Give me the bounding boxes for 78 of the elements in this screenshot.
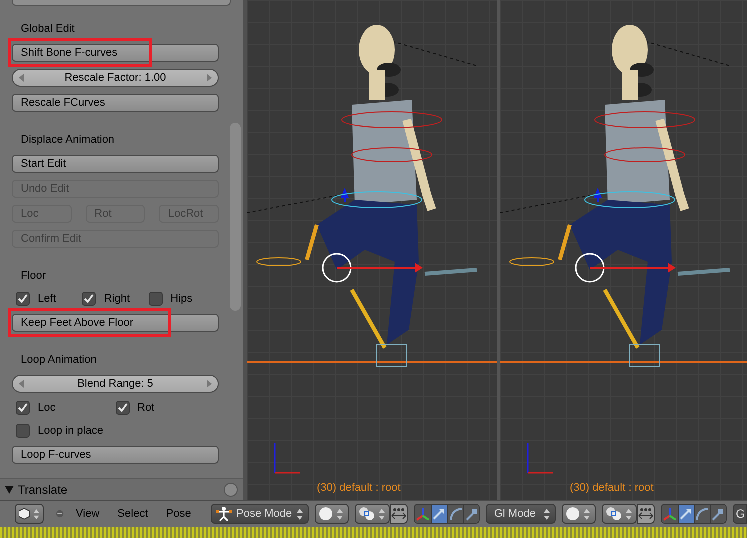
panel-button[interactable]: Shift Bone F-curves (12, 44, 219, 62)
axes-icon (662, 507, 677, 521)
manipulator-button[interactable] (678, 505, 694, 523)
up-down-arrows-icon (583, 508, 592, 520)
manipulator-button[interactable] (430, 505, 447, 523)
panel-button[interactable]: Rescale FCurves (12, 94, 219, 112)
arrow-icon (432, 507, 446, 521)
checkbox-label: Right (104, 292, 130, 307)
mode-dropdown[interactable]: Pose Mode (211, 504, 310, 524)
pivot-circles-icon (606, 507, 622, 521)
shading-dropdown[interactable] (562, 504, 596, 524)
checkbox-label: Loc (38, 401, 56, 416)
manipulator-toggle[interactable] (415, 505, 431, 523)
scale-handle-icon (464, 507, 479, 521)
decrement-arrow-icon (19, 380, 24, 388)
expand-triangle-icon (5, 486, 14, 494)
curve-icon (448, 507, 463, 521)
arrow-icon (679, 507, 694, 521)
manipulator-button[interactable] (710, 505, 726, 523)
curve-icon (695, 507, 710, 521)
collapse-menu-icon (56, 509, 64, 519)
panel-header[interactable]: Translate (0, 478, 243, 500)
pose-figure-icon (216, 506, 232, 522)
increment-arrow-icon (207, 74, 212, 82)
checkbox[interactable] (16, 401, 30, 416)
sphere-icon (566, 507, 580, 521)
checkbox-label: Loop in place (38, 424, 104, 439)
up-down-arrows-icon (32, 508, 40, 520)
axes-icon (416, 507, 430, 521)
checkbox[interactable] (16, 424, 30, 438)
sphere-icon (319, 507, 334, 521)
up-down-arrows-icon (543, 508, 552, 520)
checkbox[interactable] (16, 292, 30, 306)
number-field[interactable]: Rescale Factor: 1.00 (12, 69, 219, 87)
double-arrow-icon (391, 508, 407, 520)
3d-viewport[interactable]: (30) default : root (247, 0, 497, 500)
scale-handle-icon (711, 507, 726, 521)
pivot-dropdown[interactable] (354, 504, 390, 524)
section-heading: Loop Animation (21, 353, 97, 368)
decrement-arrow-icon (19, 74, 24, 82)
manipulator-button[interactable] (694, 505, 710, 523)
panel-button[interactable]: Start Edit (12, 155, 219, 173)
manipulator-toggle[interactable] (662, 505, 678, 523)
pivot-dropdown[interactable] (602, 504, 637, 524)
panel-button[interactable]: Keep Feet Above Floor (12, 314, 219, 332)
up-down-arrows-icon (336, 508, 344, 520)
shading-dropdown[interactable] (315, 504, 349, 524)
increment-arrow-icon (207, 380, 212, 388)
viewport-overlay-text: (30) default : root (317, 481, 401, 496)
panel-button[interactable]: Loop F-curves (12, 446, 219, 464)
up-down-arrows-icon (378, 508, 386, 520)
mode-dropdown[interactable]: Gl Mode (486, 504, 556, 524)
checkbox-label: Hips (170, 292, 193, 307)
pivot-circles-icon (358, 507, 375, 521)
3d-viewport[interactable]: (30) default : root (500, 0, 747, 500)
menu-item[interactable]: Pose (160, 506, 198, 522)
checkbox[interactable] (82, 292, 96, 306)
scrollbar[interactable] (230, 123, 241, 311)
checkbox-label: Left (38, 292, 56, 307)
number-field[interactable]: Blend Range: 5 (12, 375, 219, 393)
up-down-arrows-icon (624, 508, 633, 520)
viewport-overlay-text: (30) default : root (570, 481, 654, 496)
manipulator-button[interactable] (446, 505, 464, 523)
up-down-arrows-icon (296, 508, 304, 520)
checkbox[interactable] (148, 292, 163, 306)
axis-gizmo-icon (525, 440, 555, 476)
checkbox-label: Rot (138, 401, 155, 416)
double-arrow-icon (638, 508, 654, 520)
section-heading: Global Edit (21, 22, 75, 37)
section-heading: Floor (21, 269, 46, 284)
section-heading: Displace Animation (21, 133, 115, 148)
mode-dropdown[interactable]: G (732, 504, 747, 524)
menu-item[interactable]: View (70, 506, 106, 522)
editor-type-dropdown[interactable] (15, 504, 44, 524)
checkbox[interactable] (116, 401, 130, 416)
manipulator-button[interactable] (463, 505, 480, 523)
axis-gizmo-icon (272, 440, 302, 476)
menu-item[interactable]: Select (112, 506, 154, 522)
